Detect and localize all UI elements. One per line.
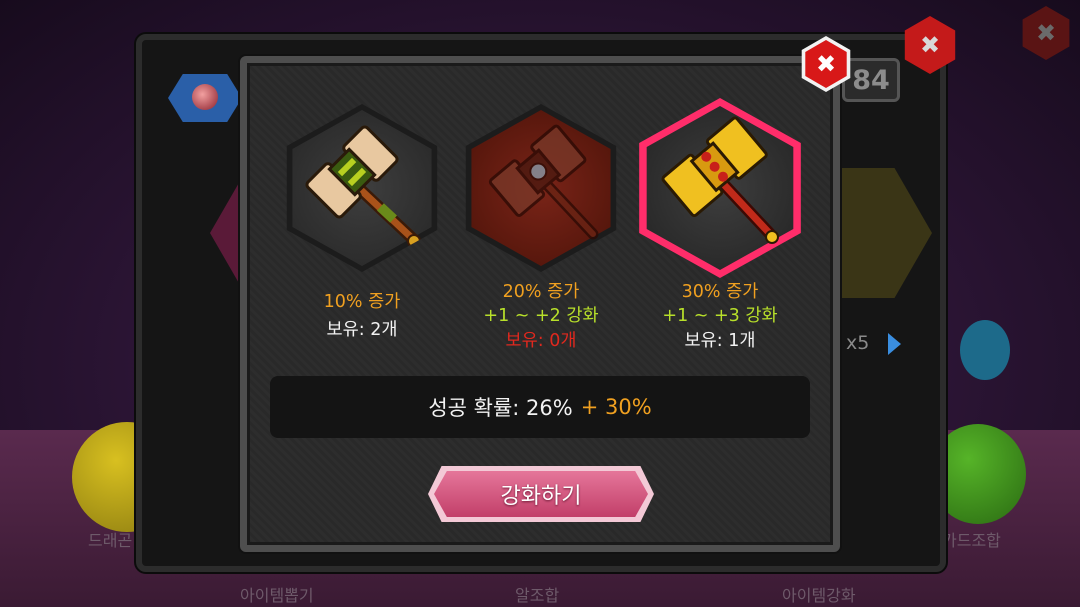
item-enhance-range-text: +1 ~ +2 강화 <box>483 306 599 326</box>
item-owned-text: 보유: 2개 <box>326 320 398 340</box>
enhance-item-card-1[interactable]: 10% 증가 보유: 2개 <box>272 104 452 354</box>
enhance-item-card-3[interactable]: 30% 증가 +1 ~ +3 강화 보유: 1개 <box>630 98 810 354</box>
bg-label-card-combine: 카드조합 <box>942 531 1001 550</box>
gem-icon <box>192 84 218 110</box>
success-rate-bonus: + 30% <box>580 395 652 419</box>
item-bonus-text: 20% 증가 <box>502 282 580 302</box>
enhance-button-label: 강화하기 <box>434 471 648 517</box>
item-hex-frame-selected <box>639 98 801 278</box>
back-gem-badge <box>168 74 242 122</box>
next-arrow-icon[interactable] <box>888 333 901 355</box>
item-bonus-text: 10% 증가 <box>323 292 401 312</box>
hammer-gold-green-icon <box>305 125 421 248</box>
success-rate-panel: 성공 확률: 26% + 30% <box>270 376 810 438</box>
hammer-gold-ornate-icon <box>661 116 779 244</box>
enhance-button[interactable]: 강화하기 <box>428 466 654 522</box>
enhance-item-card-2[interactable]: 20% 증가 +1 ~ +2 강화 보유: 0개 <box>451 104 631 354</box>
outer-close-button[interactable]: ✖ <box>1022 6 1070 60</box>
item-enhance-range-text: +1 ~ +3 강화 <box>662 306 778 326</box>
hammer-dark-red-icon <box>488 124 599 240</box>
bg-orb-right-blue <box>960 320 1010 380</box>
bg-label-egg-combine: 알조합 <box>515 586 560 605</box>
item-owned-text: 보유: 1개 <box>684 331 756 351</box>
bg-label-item-draw: 아이템뽑기 <box>240 586 314 605</box>
item-hex-frame <box>286 104 438 272</box>
bg-label-item-enhance: 아이템강화 <box>782 586 856 605</box>
count-badge: 84 <box>842 58 900 102</box>
success-rate-label: 성공 확률: 26% <box>428 396 573 420</box>
item-owned-text: 보유: 0개 <box>505 331 577 351</box>
bg-label-dragon: 드래곤 <box>88 531 133 550</box>
item-bonus-text: 30% 증가 <box>681 282 759 302</box>
item-hex-frame <box>465 104 617 272</box>
close-icon: ✖ <box>815 50 837 78</box>
multiplier-label: x5 <box>846 332 870 354</box>
